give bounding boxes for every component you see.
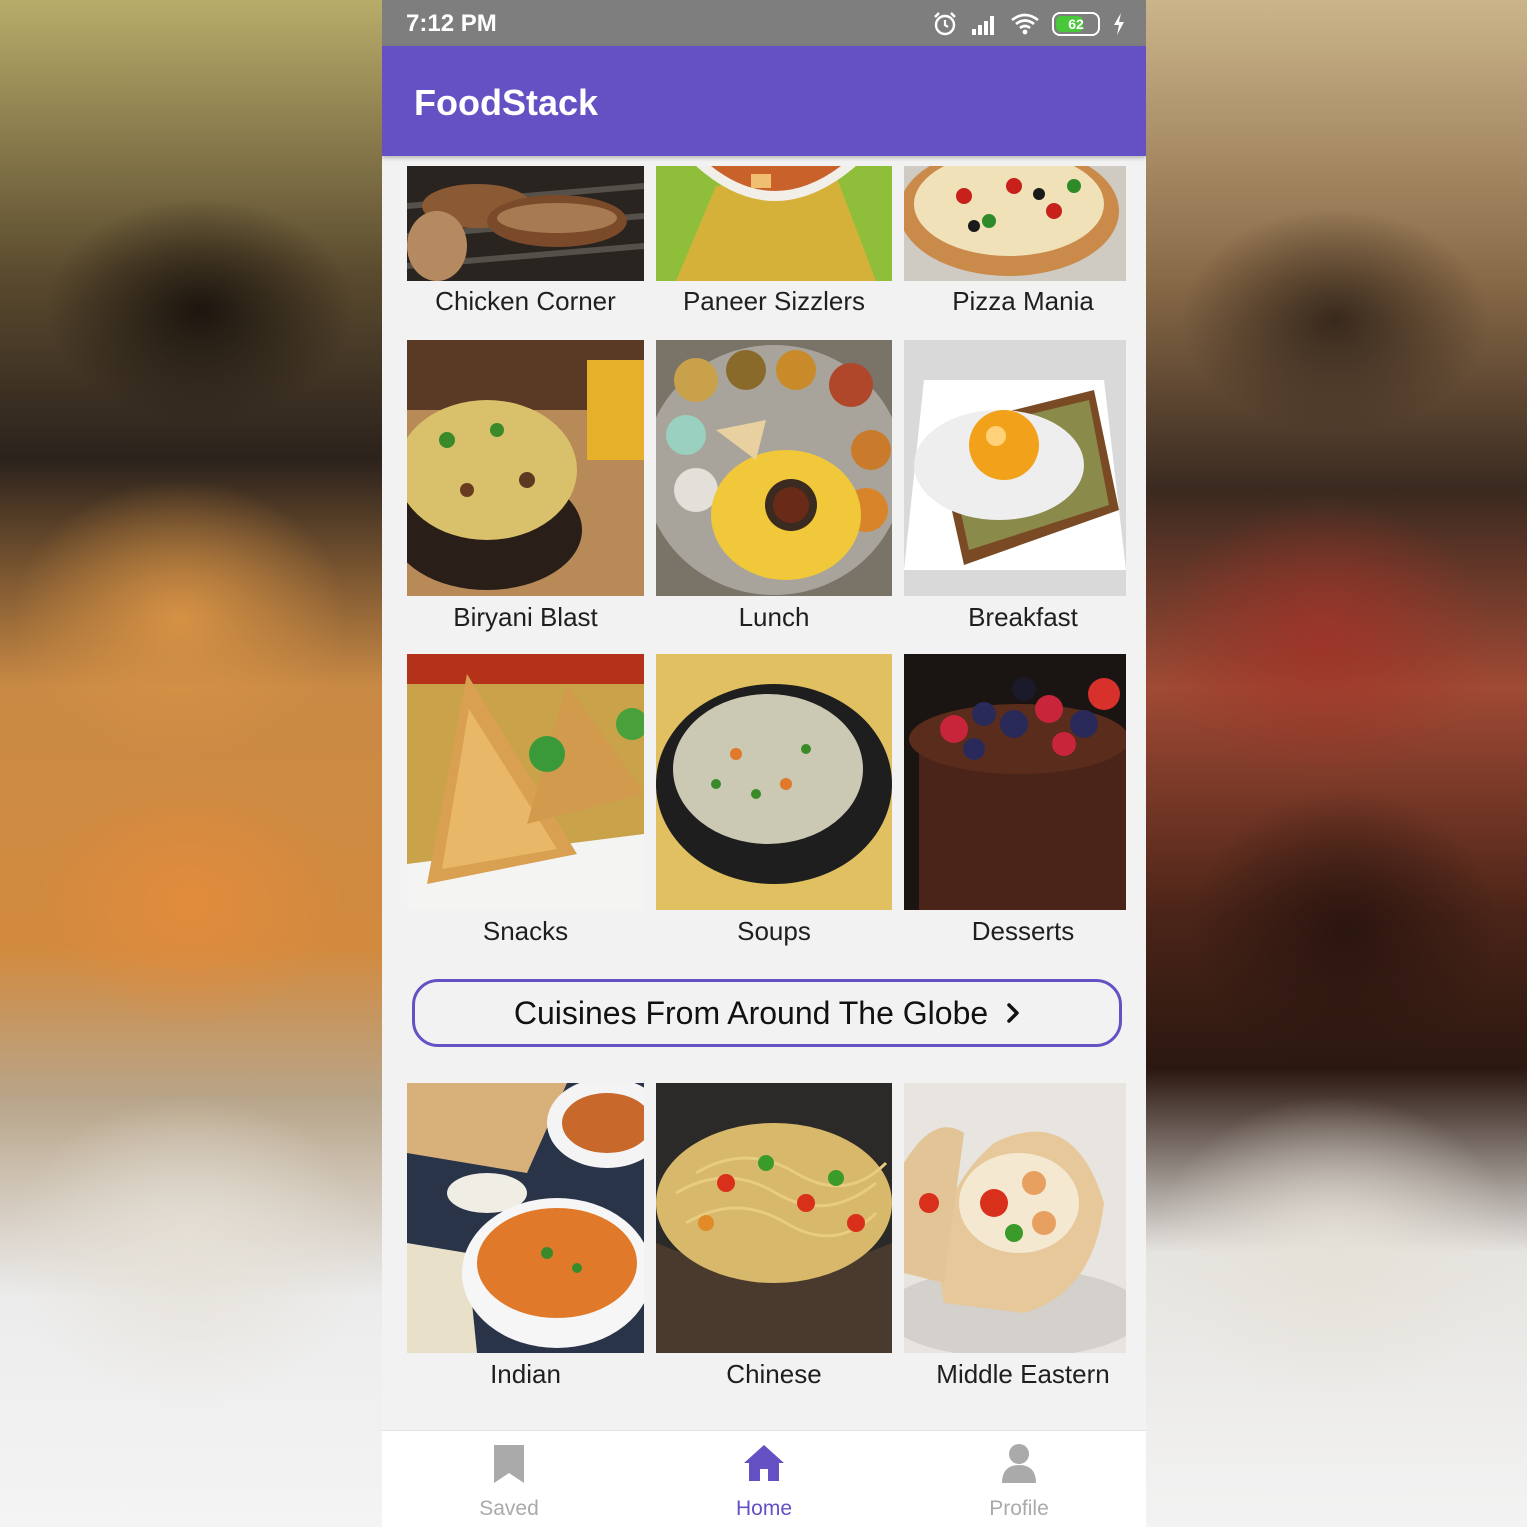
cuisine-label: Chinese [726,1359,822,1389]
category-tile-paneer-sizzlers[interactable]: Paneer Sizzlers [656,166,892,326]
nav-item-saved[interactable]: Saved [382,1431,636,1527]
category-tile-lunch[interactable]: Lunch [656,340,892,640]
bookmark-icon [494,1445,524,1483]
category-label: Pizza Mania [952,286,1094,316]
cuisines-button[interactable]: Cuisines From Around The Globe [412,979,1122,1047]
category-label: Paneer Sizzlers [682,286,866,316]
person-icon [1002,1444,1036,1483]
category-tile-snacks[interactable]: Snacks [407,654,644,954]
blurred-background-left [0,0,382,1527]
noodles-image [656,1083,892,1353]
cuisine-label: Indian [490,1359,561,1389]
pizza-image [904,166,1126,281]
cuisine-label: Middle Eastern [936,1359,1110,1389]
egg-toast-image [904,340,1126,596]
category-tile-desserts[interactable]: Desserts [904,654,1126,954]
signal-icon [972,16,994,35]
chevron-right-icon [1007,1003,1019,1023]
category-label: Chicken Corner [435,286,616,316]
wrap-image [904,1083,1126,1353]
phone-screen: 7:12 PM 62 FoodStack Chicken Corner Pane… [382,0,1146,1527]
category-tile-breakfast[interactable]: Breakfast [904,340,1126,640]
status-icons: 62 [932,10,1126,38]
blurred-background-right [1145,0,1527,1527]
nav-item-home[interactable]: Home [637,1431,891,1527]
category-tile-biryani-blast[interactable]: Biryani Blast [407,340,644,640]
status-bar: 7:12 PM 62 [382,0,1146,46]
app-title: FoodStack [414,82,599,123]
category-tile-chicken-corner[interactable]: Chicken Corner [407,166,644,326]
chocolate-cake-image [904,654,1126,910]
bottom-navigation: Saved Home Profile [382,1430,1146,1527]
category-label: Breakfast [968,602,1078,632]
category-label: Lunch [738,602,810,632]
alarm-icon [934,12,956,36]
biryani-image [407,340,644,596]
paneer-curry-image [656,166,892,281]
category-tile-soups[interactable]: Soups [656,654,892,954]
nav-label-profile: Profile [989,1497,1049,1520]
home-icon [744,1445,784,1481]
cuisine-tile-indian[interactable]: Indian [407,1083,644,1393]
indian-curry-image [407,1083,644,1353]
charging-icon [1114,13,1124,35]
status-time: 7:12 PM [406,10,497,37]
battery-icon: 62 [1052,12,1100,36]
category-label: Biryani Blast [453,602,598,632]
soup-bowl-image [656,654,892,910]
wifi-icon [1011,13,1039,35]
samosa-image [407,654,644,910]
app-bar: FoodStack [382,46,1146,156]
category-tile-pizza-mania[interactable]: Pizza Mania [904,166,1126,326]
nav-label-home: Home [735,1497,793,1520]
category-label: Desserts [971,916,1075,946]
cuisine-tile-chinese[interactable]: Chinese [656,1083,892,1393]
category-label: Snacks [482,916,569,946]
nav-item-profile[interactable]: Profile [892,1431,1146,1527]
cuisines-button-label: Cuisines From Around The Globe [513,994,989,1031]
battery-level: 62 [1068,16,1084,32]
nav-label-saved: Saved [479,1497,539,1520]
thali-image [656,340,892,596]
grilled-chicken-image [407,166,644,281]
category-label: Soups [737,916,811,946]
cuisine-tile-middle-eastern[interactable]: Middle Eastern [904,1083,1126,1393]
